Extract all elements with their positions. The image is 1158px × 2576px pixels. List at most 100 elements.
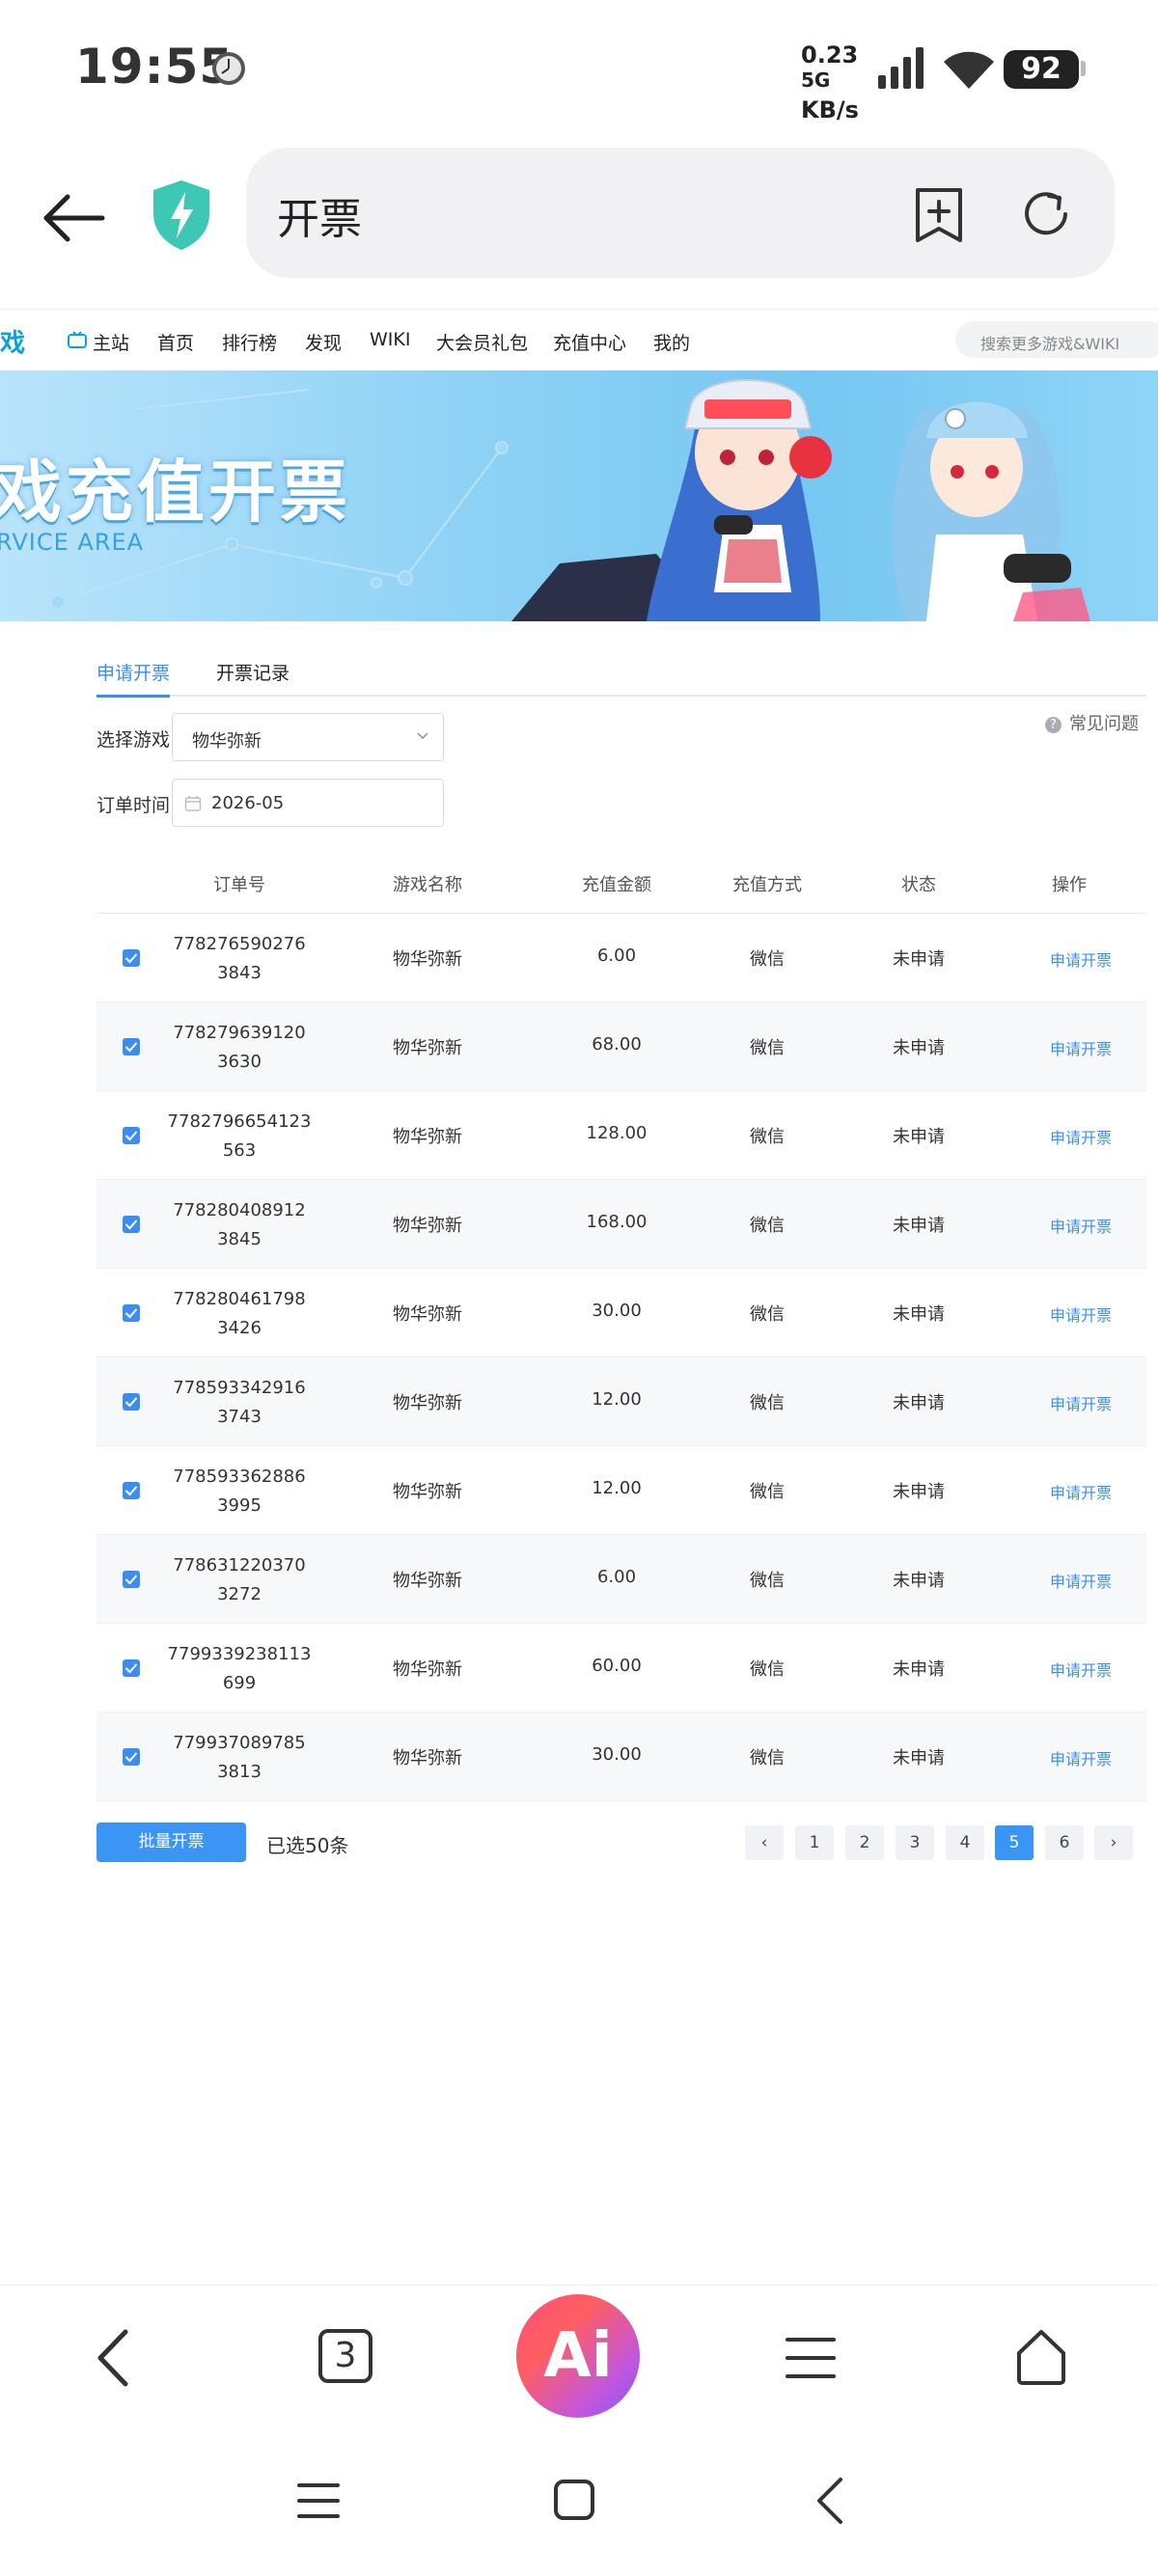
row-checkbox[interactable] xyxy=(123,1127,140,1144)
game-select-label: 选择游戏 xyxy=(96,729,171,751)
row-method: 微信 xyxy=(750,1038,785,1058)
order-time-value: 2026-05 xyxy=(211,793,285,813)
batch-invoice-button[interactable]: 批量开票 xyxy=(96,1822,246,1862)
pagination-page-5[interactable]: 5 xyxy=(995,1825,1034,1860)
row-checkbox[interactable] xyxy=(123,1748,140,1766)
row-status: 未申请 xyxy=(893,1393,945,1413)
row-checkbox[interactable] xyxy=(123,1393,140,1411)
row-game-name: 物华弥新 xyxy=(393,949,462,970)
row-order-no-part2: 3845 xyxy=(217,1229,262,1249)
row-order-no-part1: 778631220370 xyxy=(173,1555,306,1576)
pagination-page-1[interactable]: 1 xyxy=(795,1825,834,1860)
row-method: 微信 xyxy=(750,1393,785,1413)
row-amount: 30.00 xyxy=(592,1744,642,1765)
faq-link[interactable]: ? 常见问题 xyxy=(1045,710,1139,735)
apply-invoice-link[interactable]: 申请开票 xyxy=(1050,1391,1112,1414)
row-amount: 68.00 xyxy=(592,1034,642,1055)
nav-item-home[interactable]: 首页 xyxy=(157,329,194,355)
row-method: 微信 xyxy=(750,949,785,970)
invoice-tabs: 申请开票 开票记录 xyxy=(96,656,1146,698)
table-row: 778280408912 3845 物华弥新 168.00 微信 未申请 申请开票 xyxy=(96,1180,1146,1269)
row-order-no: 778631220370 3272 xyxy=(173,1551,305,1609)
col-status: 状态 xyxy=(901,875,936,895)
row-status: 未申请 xyxy=(893,1659,945,1680)
row-checkbox[interactable] xyxy=(123,1038,140,1055)
row-method: 微信 xyxy=(750,1748,785,1768)
battery-tip xyxy=(1081,61,1086,76)
system-back-icon[interactable] xyxy=(813,2476,846,2526)
security-shield-icon[interactable] xyxy=(150,178,213,252)
clock-icon xyxy=(212,52,245,85)
site-navigation: 戏 主站 首页 排行榜 发现 WIKI 大会员礼包 充值中心 我的 搜索更多游戏… xyxy=(0,309,1158,371)
nav-item-vip-gift[interactable]: 大会员礼包 xyxy=(436,329,528,355)
tab-count-button[interactable]: 3 xyxy=(318,2329,372,2383)
hero-banner: 戏充值开票 RVICE AREA xyxy=(0,370,1158,621)
nav-item-main-site[interactable]: 主站 xyxy=(93,329,129,355)
row-checkbox[interactable] xyxy=(123,1216,140,1233)
reload-icon[interactable] xyxy=(1018,186,1074,242)
apply-invoice-link[interactable]: 申请开票 xyxy=(1050,1658,1112,1681)
pagination-page-4[interactable]: 4 xyxy=(946,1825,984,1860)
site-logo[interactable]: 戏 xyxy=(0,323,25,359)
table-row: 778631220370 3272 物华弥新 6.00 微信 未申请 申请开票 xyxy=(96,1535,1146,1624)
url-field[interactable]: 开票 xyxy=(246,148,1115,278)
menu-icon[interactable] xyxy=(784,2334,838,2382)
nav-item-ranking[interactable]: 排行榜 xyxy=(222,329,277,355)
apply-invoice-link[interactable]: 申请开票 xyxy=(1050,1480,1112,1503)
row-order-no: 778276590276 3843 xyxy=(173,930,305,988)
system-navigation-bar xyxy=(0,2449,1158,2576)
row-checkbox[interactable] xyxy=(123,1304,140,1322)
nav-item-recharge[interactable]: 充值中心 xyxy=(553,329,626,355)
nav-item-discover[interactable]: 发现 xyxy=(305,329,342,355)
table-row: 778279639120 3630 物华弥新 68.00 微信 未申请 申请开票 xyxy=(96,1002,1146,1091)
checkmark-icon xyxy=(124,1397,138,1408)
tab-apply-invoice[interactable]: 申请开票 xyxy=(96,659,171,698)
nav-item-mine[interactable]: 我的 xyxy=(653,329,690,355)
system-home-icon[interactable] xyxy=(552,2478,596,2522)
game-select[interactable]: 物华弥新 xyxy=(172,713,444,761)
row-checkbox[interactable] xyxy=(123,1571,140,1588)
apply-invoice-link[interactable]: 申请开票 xyxy=(1050,1746,1112,1769)
row-amount: 30.00 xyxy=(592,1301,642,1321)
pagination-page-2[interactable]: 2 xyxy=(845,1825,884,1860)
pagination-prev-button[interactable]: ‹ xyxy=(745,1825,784,1860)
pagination-next-button[interactable]: › xyxy=(1094,1825,1133,1860)
table-row: 778593362886 3995 物华弥新 12.00 微信 未申请 申请开票 xyxy=(96,1446,1146,1535)
row-game-name: 物华弥新 xyxy=(393,1748,462,1768)
pagination-page-3[interactable]: 3 xyxy=(896,1825,934,1860)
order-time-picker[interactable]: 2026-05 xyxy=(172,779,444,827)
row-order-no: 778593362886 3995 xyxy=(173,1463,305,1521)
browser-address-bar: 开票 xyxy=(0,140,1158,309)
row-status: 未申请 xyxy=(893,949,945,970)
nav-item-wiki[interactable]: WIKI xyxy=(370,329,410,350)
row-checkbox[interactable] xyxy=(123,1482,140,1499)
table-row: 7799339238113 699 物华弥新 60.00 微信 未申请 申请开票 xyxy=(96,1624,1146,1713)
home-icon[interactable] xyxy=(1013,2328,1069,2386)
apply-invoice-link[interactable]: 申请开票 xyxy=(1050,1302,1112,1326)
tab-invoice-records[interactable]: 开票记录 xyxy=(216,659,290,695)
col-amount: 充值金额 xyxy=(582,875,651,895)
add-bookmark-icon[interactable] xyxy=(912,186,966,244)
ai-assistant-button[interactable]: Ai xyxy=(516,2294,640,2418)
apply-invoice-link[interactable]: 申请开票 xyxy=(1050,1036,1112,1059)
back-arrow-icon[interactable] xyxy=(39,183,108,253)
site-search-input[interactable]: 搜索更多游戏&WIKI xyxy=(955,321,1158,358)
recent-apps-icon[interactable] xyxy=(295,2480,342,2522)
row-order-no-part1: 778279639120 xyxy=(173,1023,306,1043)
row-order-no: 779937089785 3813 xyxy=(173,1729,305,1787)
apply-invoice-link[interactable]: 申请开票 xyxy=(1050,1569,1112,1592)
row-status: 未申请 xyxy=(893,1216,945,1236)
row-amount: 12.00 xyxy=(592,1478,642,1498)
table-row: 778276590276 3843 物华弥新 6.00 微信 未申请 申请开票 xyxy=(96,914,1146,1002)
anime-characters-illustration xyxy=(511,379,1090,621)
row-checkbox[interactable] xyxy=(123,1659,140,1677)
row-checkbox[interactable] xyxy=(123,949,140,967)
battery-icon: 92 xyxy=(1004,50,1079,89)
pagination-page-6[interactable]: 6 xyxy=(1045,1825,1084,1860)
row-status: 未申请 xyxy=(893,1127,945,1147)
apply-invoice-link[interactable]: 申请开票 xyxy=(1050,1125,1112,1148)
apply-invoice-link[interactable]: 申请开票 xyxy=(1050,1214,1112,1237)
apply-invoice-link[interactable]: 申请开票 xyxy=(1050,947,1112,971)
row-order-no-part1: 7799339238113 xyxy=(167,1644,312,1664)
back-icon[interactable] xyxy=(89,2324,137,2392)
